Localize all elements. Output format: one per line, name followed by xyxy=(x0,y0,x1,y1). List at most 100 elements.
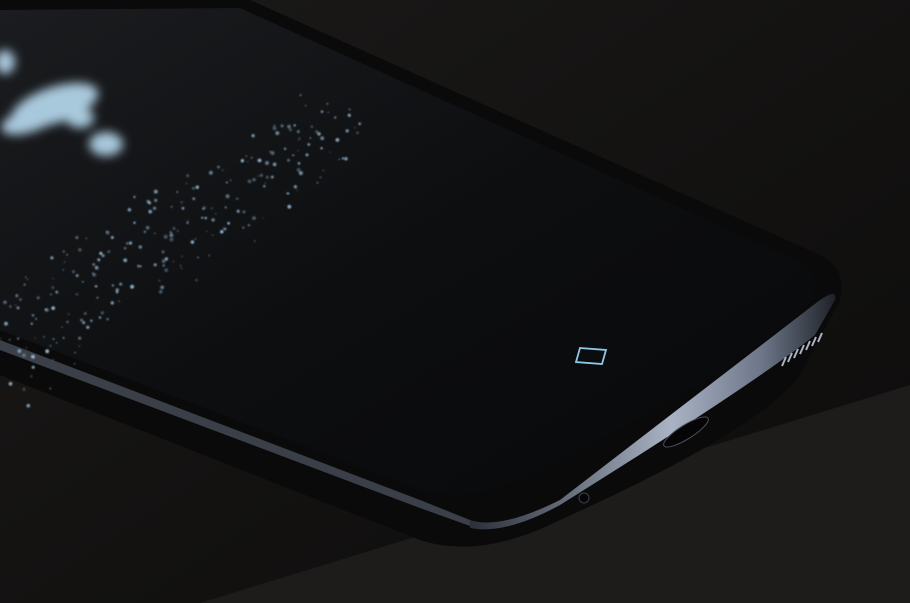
particle xyxy=(129,241,133,245)
particle xyxy=(229,179,232,181)
particle xyxy=(253,240,256,243)
particle xyxy=(208,170,213,175)
particle xyxy=(181,255,183,257)
particle xyxy=(63,261,66,263)
particle xyxy=(56,342,58,344)
particle xyxy=(315,130,319,134)
particle xyxy=(30,322,33,325)
particle xyxy=(309,137,312,139)
particle xyxy=(201,216,204,219)
particle xyxy=(45,349,50,354)
particle xyxy=(190,240,195,244)
particle xyxy=(292,154,295,157)
particle xyxy=(127,208,132,212)
particle xyxy=(289,128,292,132)
particle xyxy=(51,306,56,310)
particle xyxy=(148,209,153,214)
particle xyxy=(338,158,340,160)
particle xyxy=(17,349,22,353)
particle xyxy=(145,225,150,230)
particle xyxy=(283,147,287,150)
particle xyxy=(185,182,188,185)
particle xyxy=(158,289,163,294)
particle xyxy=(62,269,64,271)
particle xyxy=(30,375,33,378)
particle xyxy=(296,130,300,134)
particle xyxy=(206,230,208,233)
particle xyxy=(92,272,97,277)
particle xyxy=(210,207,213,210)
particle xyxy=(153,263,157,267)
particle xyxy=(358,122,362,126)
particle xyxy=(52,358,54,361)
particle xyxy=(78,247,82,252)
particle xyxy=(176,229,179,232)
particle xyxy=(66,253,68,256)
particle xyxy=(257,159,260,162)
particle xyxy=(252,216,256,221)
particle xyxy=(107,250,111,254)
particle xyxy=(280,124,284,128)
particle xyxy=(30,354,35,359)
particle xyxy=(75,235,79,240)
particle xyxy=(170,205,173,208)
particle xyxy=(236,197,239,200)
particle xyxy=(97,258,101,262)
particle xyxy=(250,156,253,159)
headphone-jack-icon xyxy=(578,492,590,504)
particle xyxy=(317,132,321,136)
particle xyxy=(298,171,303,176)
particle xyxy=(263,185,266,188)
particle xyxy=(152,206,157,210)
particle xyxy=(320,147,323,150)
particle xyxy=(31,313,35,317)
particle xyxy=(225,181,228,184)
particle xyxy=(96,296,99,299)
particle xyxy=(326,102,329,105)
phone-photo xyxy=(0,0,910,603)
particle xyxy=(297,162,301,165)
particle xyxy=(273,124,276,127)
particle xyxy=(22,387,26,391)
particle xyxy=(334,116,337,119)
particle xyxy=(153,232,156,235)
particle xyxy=(164,268,169,272)
particle xyxy=(78,345,81,347)
particle xyxy=(35,317,38,320)
particle xyxy=(74,351,76,354)
particle xyxy=(287,124,291,129)
particle xyxy=(344,157,348,161)
particle xyxy=(10,306,12,308)
particle xyxy=(72,270,75,274)
particle xyxy=(293,124,296,127)
particle xyxy=(161,250,165,254)
particle xyxy=(110,236,114,239)
particle xyxy=(320,136,325,141)
particle xyxy=(187,220,189,222)
particle xyxy=(169,231,172,234)
particle xyxy=(272,162,277,167)
particle xyxy=(153,189,158,194)
particle xyxy=(143,230,147,234)
particle xyxy=(304,105,307,107)
particle xyxy=(240,159,245,163)
particle xyxy=(246,160,249,163)
particle xyxy=(172,260,175,263)
particle xyxy=(262,217,264,219)
particle xyxy=(118,300,120,302)
particle xyxy=(4,321,8,326)
particle xyxy=(98,316,102,319)
particle xyxy=(345,129,349,133)
particle xyxy=(26,403,31,408)
particle xyxy=(217,165,220,169)
particle xyxy=(49,387,52,390)
particle xyxy=(62,250,65,253)
particle xyxy=(55,290,59,294)
particle xyxy=(85,237,88,240)
particle xyxy=(298,137,301,139)
particle xyxy=(99,251,103,255)
particle xyxy=(133,221,136,224)
particle xyxy=(356,131,359,135)
particle xyxy=(23,283,26,286)
particle xyxy=(14,304,17,306)
